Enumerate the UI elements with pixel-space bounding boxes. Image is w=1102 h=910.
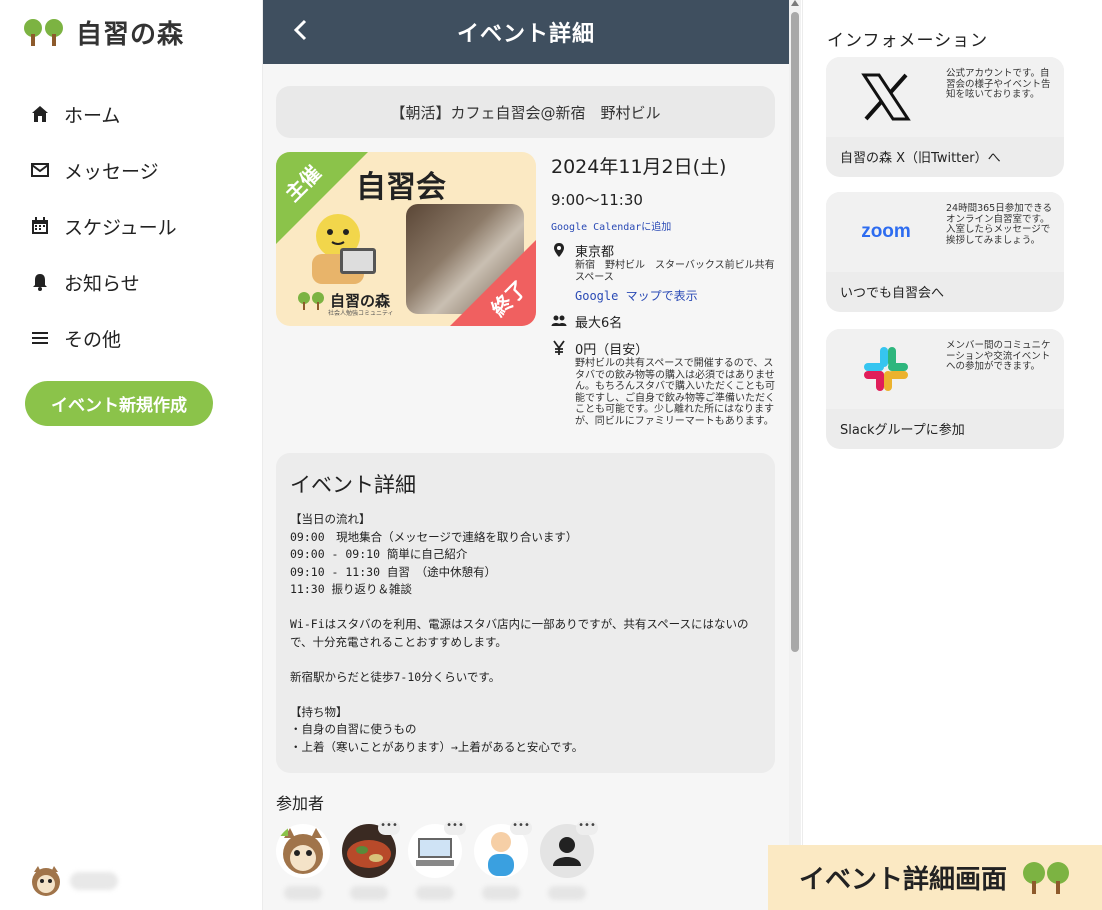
info-panel: インフォメーション 公式アカウントです。自習会の様子やイベント告知を呟いておりま… bbox=[802, 0, 1102, 910]
event-detail-main: イベント詳細 【朝活】カフェ自習会@新宿 野村ビル 主催 自習会 自習の森 社会… bbox=[262, 0, 789, 910]
yen-icon bbox=[553, 340, 565, 355]
calendar-icon bbox=[32, 217, 48, 234]
menu-icon bbox=[32, 332, 48, 344]
participant-more-icon[interactable]: ••• bbox=[378, 821, 400, 835]
participant-more-icon[interactable]: ••• bbox=[576, 821, 598, 835]
participant[interactable]: ••• bbox=[474, 821, 532, 904]
x-logo-icon bbox=[848, 67, 924, 127]
app-logo[interactable]: 自習の森 bbox=[22, 14, 184, 51]
participant-more-icon[interactable]: ••• bbox=[444, 821, 466, 835]
event-thumbnail: 主催 自習会 自習の森 社会人勉強コミュニティ 終了 bbox=[276, 152, 536, 326]
location-pin-icon bbox=[554, 243, 564, 257]
app-name: 自習の森 bbox=[76, 20, 185, 50]
detail-heading: イベント詳細 bbox=[290, 473, 416, 497]
main-scrollbar[interactable] bbox=[789, 0, 801, 910]
location-prefecture: 東京都 bbox=[575, 245, 615, 260]
participant-more-icon[interactable]: ••• bbox=[510, 821, 532, 835]
back-arrow-icon[interactable] bbox=[285, 14, 317, 46]
participant[interactable]: ••• bbox=[408, 821, 466, 904]
info-card-cta[interactable]: いつでも自習会へ bbox=[840, 282, 944, 301]
participant-name-blurred bbox=[482, 886, 520, 900]
bell-icon bbox=[33, 274, 47, 291]
participants-title: 参加者 bbox=[276, 794, 325, 813]
participants-list: ••• ••• ••• ••• bbox=[276, 821, 598, 904]
participant-name-blurred bbox=[548, 886, 586, 900]
info-card-top: zoom 24時間365日参加できるオンライン自習室です。入室したらメッセージで… bbox=[826, 192, 1064, 272]
nav-item-other[interactable]: その他 bbox=[30, 310, 177, 366]
info-card-slack[interactable]: メンバー間のコミュニケーションや交流イベントへの参加ができます。 Slackグル… bbox=[826, 329, 1064, 449]
capacity: 最大6名 bbox=[575, 316, 623, 331]
page-title: イベント詳細 bbox=[456, 22, 595, 47]
participant-avatar bbox=[276, 824, 330, 878]
sidebar: 自習の森 ホーム メッセージ スケジュール お知らせ その他 イベント新規作成 bbox=[0, 0, 262, 910]
mail-icon bbox=[31, 163, 49, 177]
participant-name-blurred bbox=[350, 886, 388, 900]
nav-label: メッセージ bbox=[64, 160, 159, 183]
fee: 0円（目安） bbox=[575, 343, 649, 358]
event-meta: 2024年11月2日(土) 9:00〜11:30 Google Calendar… bbox=[551, 152, 781, 427]
main-nav: ホーム メッセージ スケジュール お知らせ その他 bbox=[30, 86, 177, 366]
capacity-row: 最大6名 bbox=[551, 312, 781, 331]
event-detail-card: イベント詳細 【当日の流れ】 09:00 現地集合（メッセージで連絡を取り合いま… bbox=[276, 453, 775, 773]
trees-logo-icon bbox=[298, 291, 324, 310]
ended-ribbon bbox=[450, 240, 536, 326]
info-card-cta[interactable]: Slackグループに参加 bbox=[840, 419, 965, 438]
nav-item-message[interactable]: メッセージ bbox=[30, 142, 177, 198]
create-event-button[interactable]: イベント新規作成 bbox=[25, 381, 213, 426]
nav-label: ホーム bbox=[64, 104, 121, 127]
fee-note: 野村ビルの共有スペースで開催するので、スタバでの飲み物等の購入は必須ではありませ… bbox=[575, 358, 775, 427]
nav-label: スケジュール bbox=[64, 216, 177, 239]
participant-name-blurred bbox=[284, 886, 322, 900]
participant-name-blurred bbox=[416, 886, 454, 900]
user-name-blurred bbox=[70, 872, 118, 890]
header-bar: イベント詳細 bbox=[263, 0, 789, 64]
zoom-logo-icon: zoom bbox=[848, 202, 924, 262]
scroll-thumb[interactable] bbox=[791, 12, 799, 652]
zoom-logo-text: zoom bbox=[861, 221, 911, 242]
mascot-icon bbox=[312, 214, 376, 284]
info-card-desc: 24時間365日参加できるオンライン自習室です。入室したらメッセージで挨拶してみ… bbox=[946, 203, 1053, 246]
slack-logo-icon bbox=[848, 339, 924, 399]
google-maps-link[interactable]: Google マップで表示 bbox=[575, 287, 781, 304]
scroll-up-icon[interactable] bbox=[791, 0, 799, 6]
event-time: 9:00〜11:30 bbox=[551, 191, 643, 209]
google-calendar-link[interactable]: Google Calendarに追加 bbox=[551, 218, 781, 233]
info-card-zoom[interactable]: zoom 24時間365日参加できるオンライン自習室です。入室したらメッセージで… bbox=[826, 192, 1064, 312]
fee-row: 0円（目安） 野村ビルの共有スペースで開催するので、スタバでの飲み物等の購入は必… bbox=[551, 339, 781, 427]
banner-text: イベント詳細画面 bbox=[798, 865, 1007, 895]
nav-item-home[interactable]: ホーム bbox=[30, 86, 177, 142]
nav-label: お知らせ bbox=[64, 272, 140, 295]
info-card-top: メンバー間のコミュニケーションや交流イベントへの参加ができます。 bbox=[826, 329, 1064, 409]
people-icon bbox=[551, 315, 567, 326]
detail-body: 【当日の流れ】 09:00 現地集合（メッセージで連絡を取り合います） 09:0… bbox=[290, 512, 749, 754]
trees-logo-icon bbox=[1023, 861, 1069, 894]
thumbnail-title: 自習会 bbox=[356, 170, 446, 205]
screen-caption-banner: イベント詳細画面 bbox=[768, 845, 1102, 910]
nav-item-schedule[interactable]: スケジュール bbox=[30, 198, 177, 254]
info-card-desc: 公式アカウントです。自習会の様子やイベント告知を呟いております。 bbox=[946, 68, 1051, 100]
info-card-cta[interactable]: 自習の森 X（旧Twitter）へ bbox=[840, 147, 1001, 166]
home-icon bbox=[32, 106, 48, 122]
info-title: インフォメーション bbox=[827, 31, 989, 51]
event-title: 【朝活】カフェ自習会@新宿 野村ビル bbox=[276, 86, 775, 138]
info-card-x[interactable]: 公式アカウントです。自習会の様子やイベント告知を呟いております。 自習の森 X（… bbox=[826, 57, 1064, 177]
info-card-desc: メンバー間のコミュニケーションや交流イベントへの参加ができます。 bbox=[946, 340, 1051, 372]
participant[interactable]: ••• bbox=[540, 821, 598, 904]
info-card-top: 公式アカウントです。自習会の様子やイベント告知を呟いております。 bbox=[826, 57, 1064, 137]
participant[interactable] bbox=[276, 824, 330, 904]
participant[interactable]: ••• bbox=[342, 821, 400, 904]
thumbnail-logo-sub: 社会人勉強コミュニティ bbox=[328, 310, 394, 317]
user-avatar[interactable] bbox=[28, 862, 64, 898]
trees-logo-icon bbox=[22, 18, 66, 48]
nav-label: その他 bbox=[64, 328, 122, 351]
event-date: 2024年11月2日(土) bbox=[551, 156, 727, 178]
location-row: 東京都 新宿 野村ビル スターバックス前ビル共有スペース Google マップで… bbox=[551, 241, 781, 304]
nav-item-notice[interactable]: お知らせ bbox=[30, 254, 177, 310]
location-detail: 新宿 野村ビル スターバックス前ビル共有スペース bbox=[575, 260, 775, 283]
